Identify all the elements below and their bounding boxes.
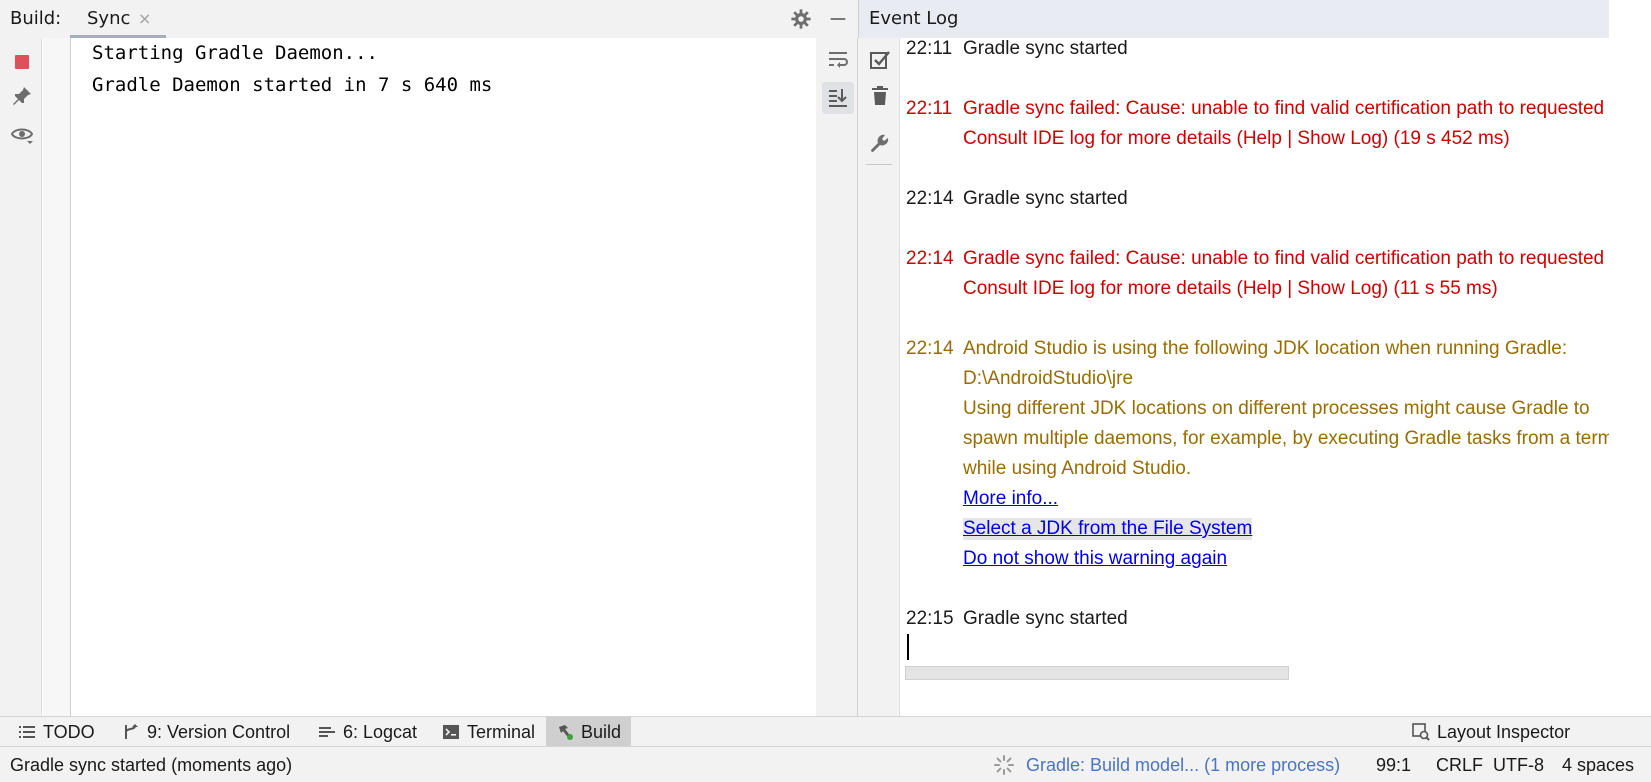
branch-icon [125,724,138,739]
build-label: Build: [10,8,62,29]
status-bar: Gradle sync started (moments ago) Gradle… [0,746,1651,782]
log-message: Gradle sync started [963,38,1128,59]
event-log-toolbar [858,38,900,716]
tool-tab-todo[interactable]: TODO [8,717,105,747]
tool-tab-layout-inspector[interactable]: Layout Inspector [1402,717,1580,747]
logcat-icon [319,727,335,737]
log-time: 22:14 [906,338,954,359]
toolbar-separator [866,164,892,165]
build-console-output[interactable]: Starting Gradle Daemon... Gradle Daemon … [72,38,852,716]
tool-tab-logcat[interactable]: 6: Logcat [308,717,427,747]
eye-icon[interactable] [10,122,34,146]
stop-icon[interactable] [10,50,34,74]
wrench-icon[interactable] [868,132,892,156]
tool-tab-label: 9: Version Control [147,721,291,742]
log-message: Consult IDE log for more details (Help |… [963,278,1498,299]
log-time: 22:11 [906,38,953,59]
trash-icon[interactable] [868,84,892,108]
log-message: Android Studio is using the following JD… [963,338,1568,359]
event-log-title: Event Log [869,8,959,29]
background-process-link[interactable]: Gradle: Build model... (1 more process) [1026,755,1340,776]
do-not-show-again-link[interactable]: Do not show this warning again [963,548,1227,570]
horizontal-scrollbar[interactable] [905,666,1289,680]
list-icon [19,726,35,738]
event-log-header: Event Log [858,0,1609,38]
tool-window-bar: TODO 9: Version Control 6: Logcat Termin… [0,716,1651,747]
close-icon[interactable]: × [138,9,151,28]
hammer-icon [559,725,573,740]
log-message: Gradle sync started [963,188,1128,209]
caret-position[interactable]: 99:1 [1376,755,1411,776]
log-message: while using Android Studio. [963,458,1192,479]
log-message: Gradle sync started [963,608,1128,629]
soft-wrap-icon[interactable] [826,48,850,72]
indent-setting[interactable]: 4 spaces [1562,755,1634,776]
tool-tab-label: Terminal [467,721,536,742]
spinner-icon [994,755,1014,775]
more-info-link[interactable]: More info... [963,488,1058,510]
layout-inspector-icon [1412,723,1430,741]
minimize-icon[interactable] [827,8,849,30]
file-encoding[interactable]: UTF-8 [1493,755,1544,776]
log-time: 22:14 [906,188,954,209]
build-right-toolbar [816,38,858,716]
log-message: D:\AndroidStudio\jre [963,368,1134,389]
tool-tab-label: Build [581,721,622,742]
tool-tab-version-control[interactable]: 9: Version Control [112,717,300,747]
select-jdk-link[interactable]: Select a JDK from the File System [963,518,1253,540]
pin-icon[interactable] [10,84,34,108]
tool-tab-label: 6: Logcat [343,721,418,742]
gear-icon[interactable] [790,8,812,30]
tab-sync-label: Sync [87,8,131,29]
terminal-icon [443,725,459,739]
build-tool-window: Build: Sync × Starting Gradle Daemon... … [0,0,858,716]
console-line: Gradle Daemon started in 7 s 640 ms [92,74,493,96]
log-message: Using different JDK locations on differe… [963,398,1590,419]
event-log-window: Event Log 22:11 Gradle sync started 22:1… [858,0,1609,716]
tool-tab-label: Layout Inspector [1437,721,1571,742]
console-line: Starting Gradle Daemon... [92,42,378,64]
mark-all-read-icon[interactable] [868,48,892,72]
tool-tab-build[interactable]: Build [546,717,632,747]
build-gutter [43,38,71,716]
scroll-to-end-icon[interactable] [826,86,850,110]
log-message: Consult IDE log for more details (Help |… [963,128,1510,149]
build-left-toolbar [0,38,42,716]
log-time: 22:15 [906,608,954,629]
tab-sync[interactable]: Sync × [70,0,166,38]
text-caret [907,634,909,660]
log-time: 22:14 [906,248,954,269]
tool-tab-label: TODO [43,721,95,742]
tool-tab-terminal[interactable]: Terminal [432,717,545,747]
log-message: spawn multiple daemons, for example, by … [963,428,1609,449]
log-message: Gradle sync failed: Cause: unable to fin… [963,98,1609,119]
event-log-content[interactable]: 22:11 Gradle sync started 22:11 Gradle s… [900,38,1609,716]
line-separator[interactable]: CRLF [1436,755,1483,776]
build-header: Build: Sync × [0,0,858,38]
status-message[interactable]: Gradle sync started (moments ago) [10,755,292,776]
log-time: 22:11 [906,98,953,119]
log-message: Gradle sync failed: Cause: unable to fin… [963,248,1609,269]
